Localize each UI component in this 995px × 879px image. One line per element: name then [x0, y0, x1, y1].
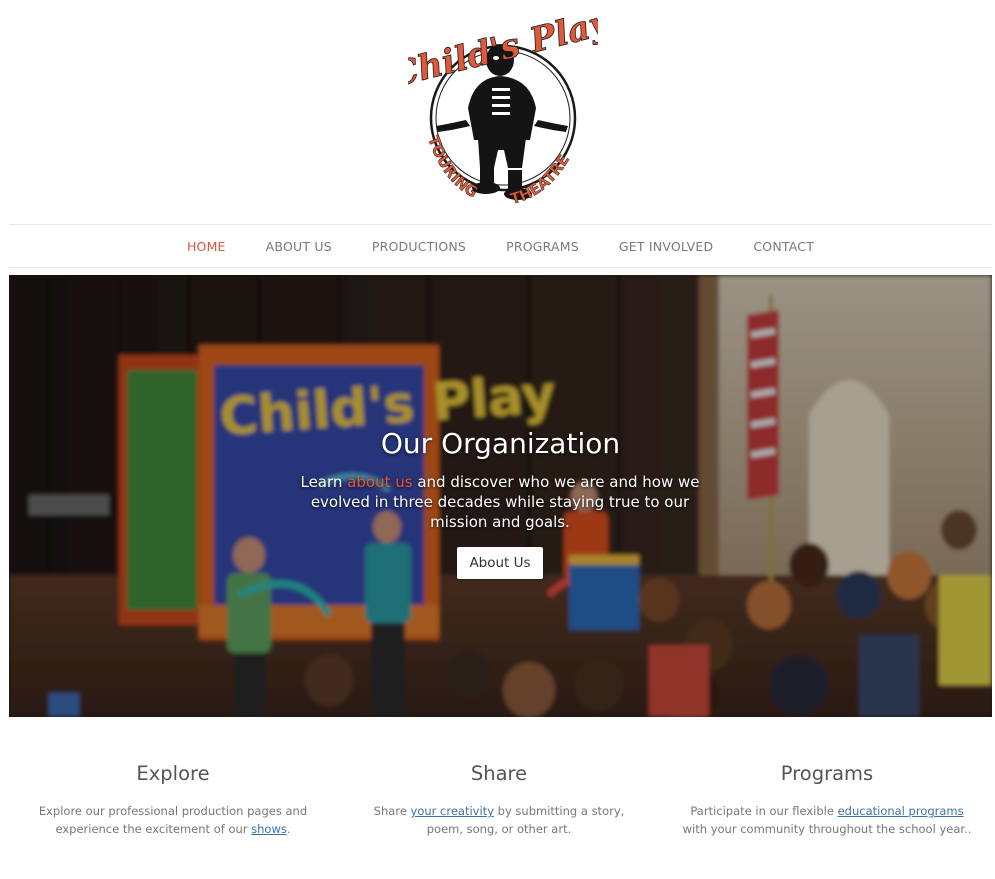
logo-graphic: Child's Play TOURING THEATRE — [408, 8, 598, 208]
childs-play-logo[interactable]: Child's Play TOURING THEATRE — [408, 8, 598, 220]
about-us-button[interactable]: About Us — [457, 547, 543, 579]
feature-columns: Explore Explore our professional product… — [0, 760, 995, 860]
feature-text: Share your creativity by submitting a st… — [349, 802, 649, 838]
hero-description: Learn about us and discover who we are a… — [300, 472, 700, 532]
feature-text-before: Share — [373, 804, 411, 818]
hero-banner: Child's Play Our Organization Learn abou… — [9, 275, 992, 717]
nav-item-about-us[interactable]: ABOUT US — [266, 239, 332, 254]
feature-explore: Explore Explore our professional product… — [23, 760, 323, 838]
shows-link[interactable]: shows — [251, 822, 287, 836]
feature-programs: Programs Participate in our flexible edu… — [677, 760, 977, 838]
feature-title: Share — [470, 762, 528, 785]
logo-arc-touring: TOURING — [424, 133, 481, 201]
nav-item-programs[interactable]: PROGRAMS — [506, 239, 579, 254]
feature-text-after: . — [286, 822, 291, 836]
feature-text-after: with your community throughout the schoo… — [682, 822, 972, 836]
feature-share: Share Share your creativity by submittin… — [349, 760, 649, 838]
feature-text: Explore our professional production page… — [23, 802, 323, 838]
feature-text: Participate in our flexible educational … — [677, 802, 977, 838]
nav-item-productions[interactable]: PRODUCTIONS — [372, 239, 466, 254]
feature-title: Programs — [780, 762, 874, 785]
educational-programs-link[interactable]: educational programs — [838, 804, 964, 818]
hero-body-prefix: Learn — [300, 473, 348, 491]
feature-text-before: Participate in our flexible — [690, 804, 838, 818]
nav-item-home[interactable]: HOME — [187, 239, 226, 254]
your-creativity-link[interactable]: your creativity — [411, 804, 494, 818]
nav-item-contact[interactable]: CONTACT — [753, 239, 814, 254]
nav-item-get-involved[interactable]: GET INVOLVED — [619, 239, 713, 254]
feature-title: Explore — [136, 762, 210, 785]
hero-content: Our Organization Learn about us and disc… — [9, 275, 992, 717]
hero-title: Our Organization — [380, 427, 621, 460]
header: Child's Play TOURING THEATRE — [0, 0, 995, 222]
svg-text:TOURING: TOURING — [424, 133, 481, 201]
main-nav: HOME ABOUT US PRODUCTIONS PROGRAMS GET I… — [9, 224, 992, 268]
hero-about-us-link[interactable]: about us — [347, 473, 412, 491]
